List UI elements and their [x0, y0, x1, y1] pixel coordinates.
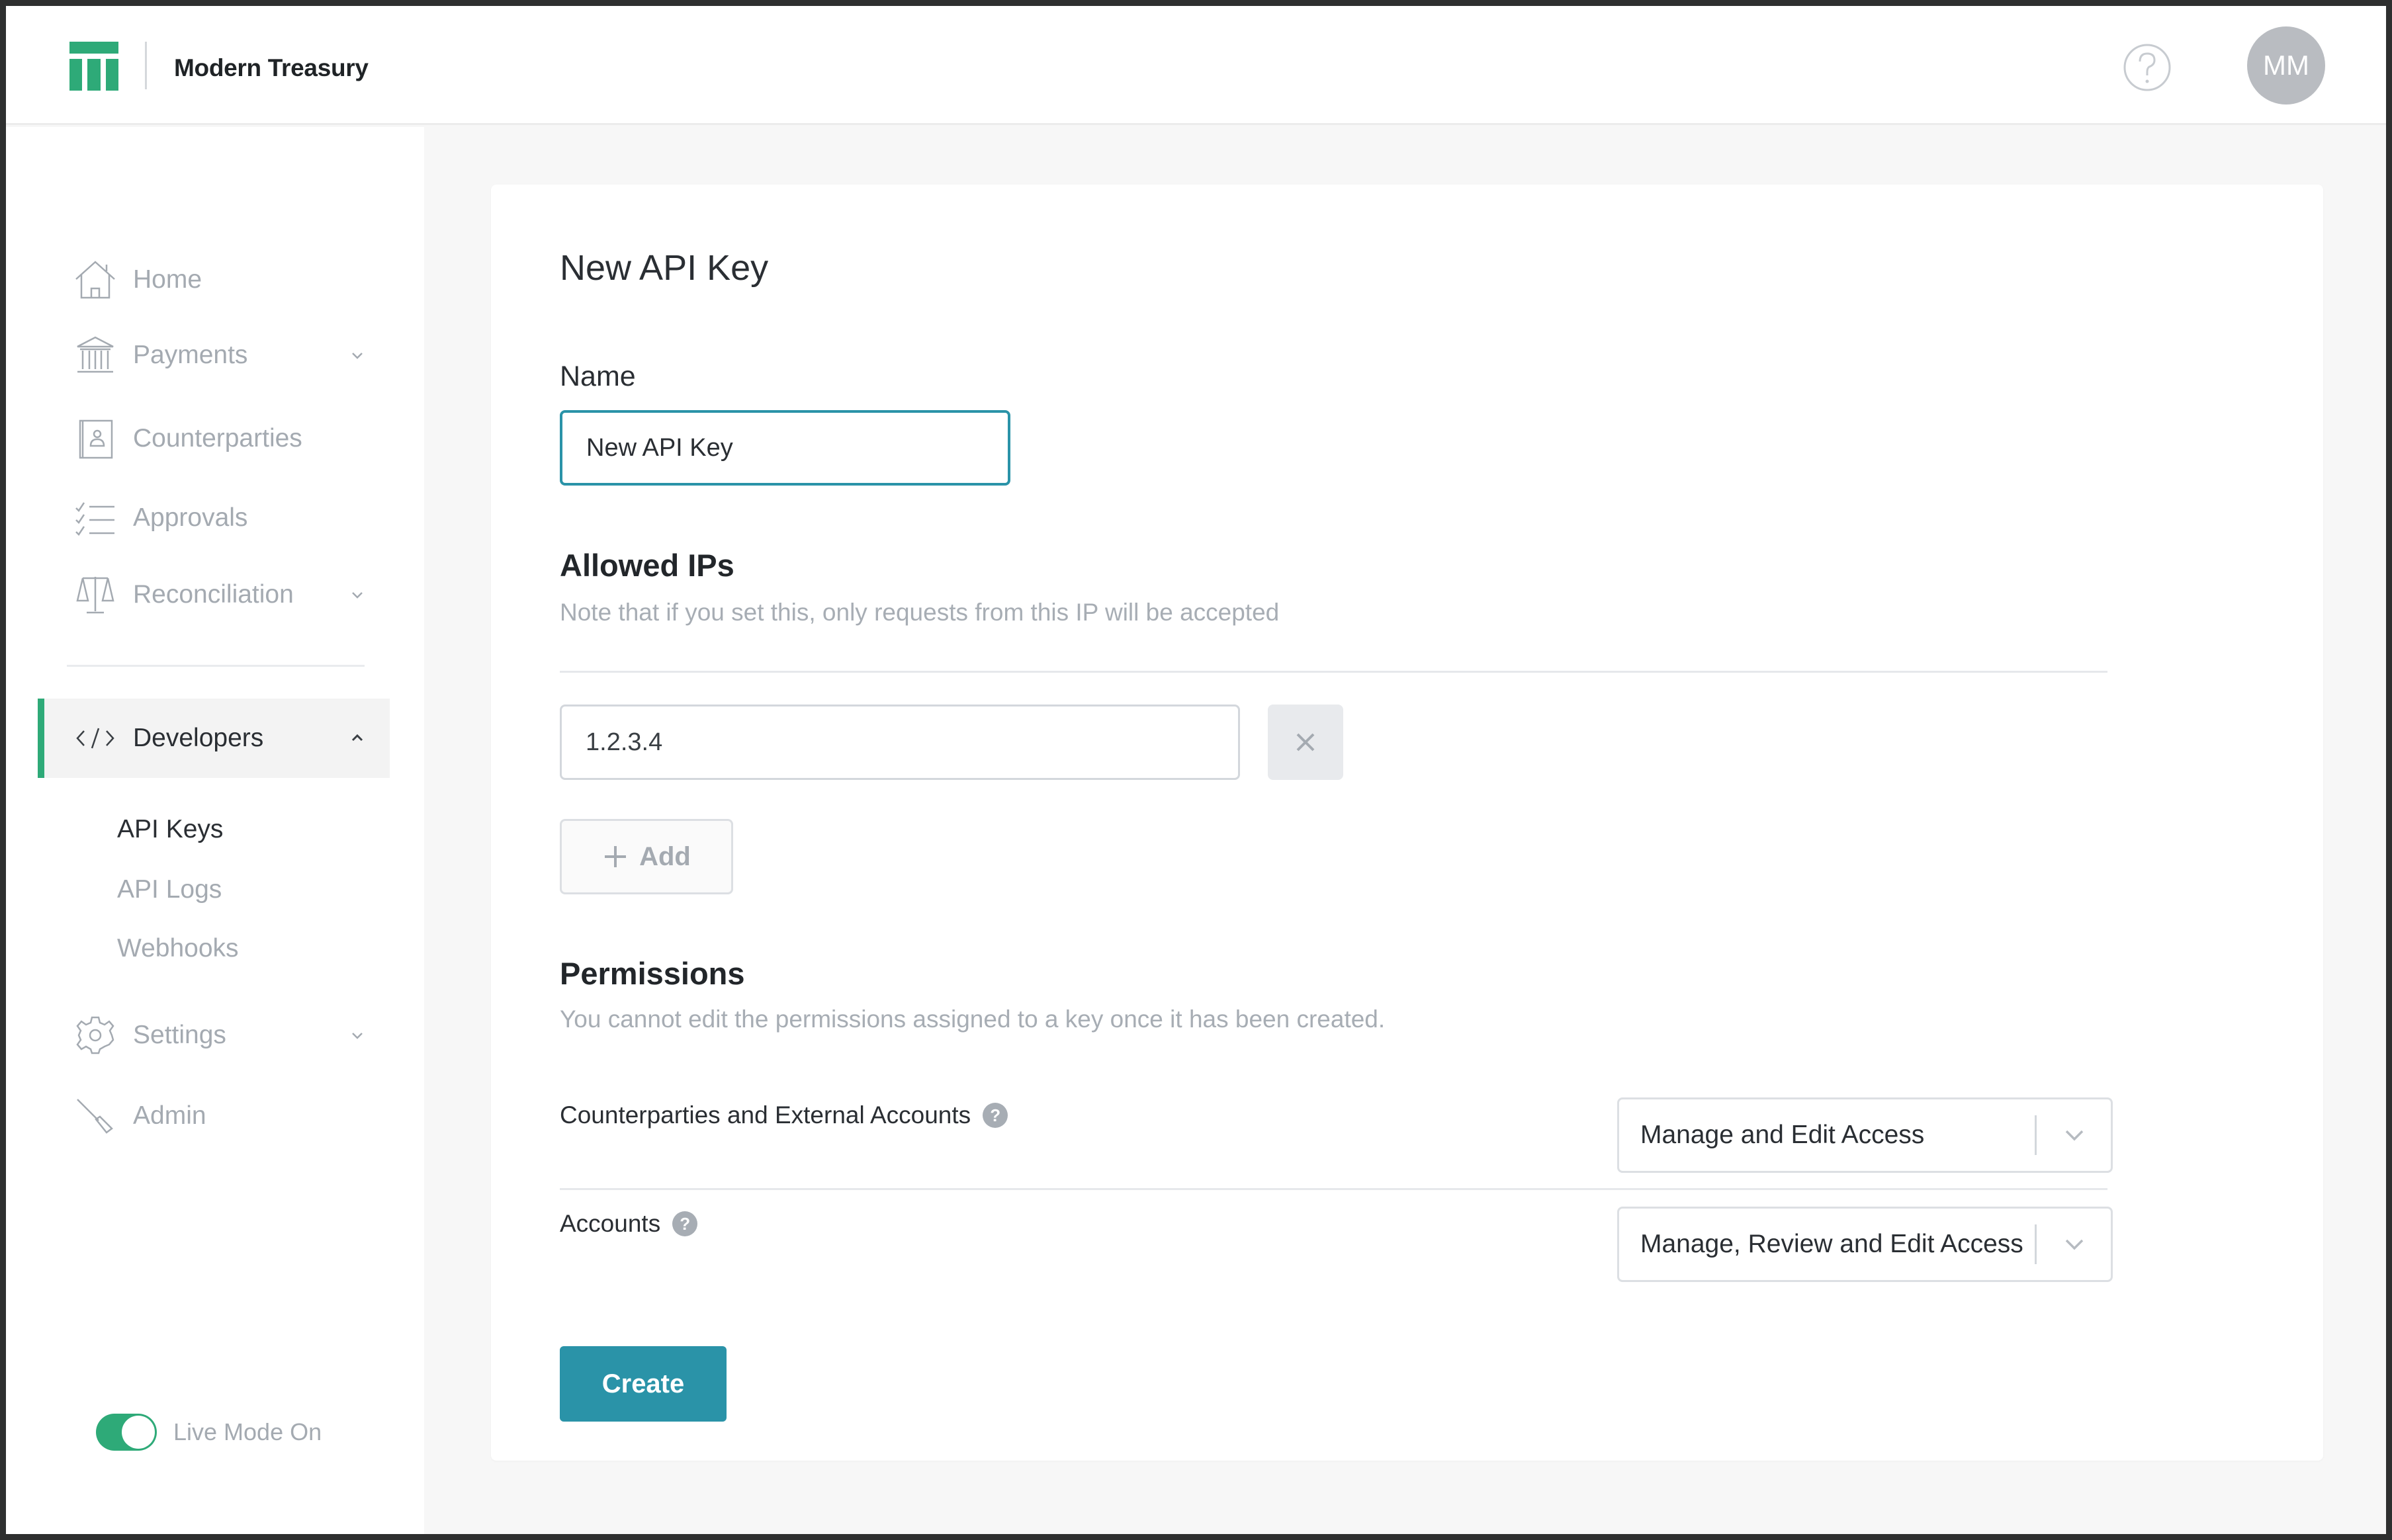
- live-mode-toggle[interactable]: [96, 1414, 157, 1451]
- permission-label-accounts: Accounts: [560, 1210, 661, 1237]
- sidebar-item-home[interactable]: Home: [6, 243, 390, 316]
- sidebar-item-payments[interactable]: Payments: [6, 319, 390, 392]
- select-value: Manage, Review and Edit Access: [1640, 1230, 2023, 1258]
- sidebar-item-label: Settings: [133, 1021, 226, 1049]
- chevron-up-icon: [351, 734, 363, 742]
- home-icon: [75, 261, 115, 299]
- scales-icon: [76, 577, 114, 614]
- contact-book-icon: [79, 419, 113, 459]
- allowed-ips-hint: Note that if you set this, only requests…: [560, 599, 1280, 626]
- page-title: New API Key: [560, 248, 769, 288]
- sidebar-item-developers[interactable]: Developers: [38, 699, 390, 778]
- ip-input[interactable]: 1.2.3.4: [560, 705, 1240, 780]
- section-divider: [560, 671, 2107, 673]
- app-window: Modern Treasury MM Home Payments Counter…: [6, 6, 2386, 1534]
- sidebar-item-label: Payments: [133, 341, 248, 369]
- brand-name: Modern Treasury: [174, 54, 369, 81]
- sidebar-subitem-api-logs[interactable]: API Logs: [117, 875, 222, 904]
- sidebar-item-label: Home: [133, 265, 202, 294]
- select-value: Manage and Edit Access: [1640, 1121, 1925, 1149]
- code-icon: [76, 728, 114, 749]
- name-input-value: New API Key: [586, 433, 733, 462]
- modern-treasury-logo-icon: [69, 42, 118, 91]
- select-separator: [2035, 1224, 2037, 1264]
- sidebar-item-label: Approvals: [133, 503, 248, 532]
- name-input[interactable]: New API Key: [560, 410, 1010, 486]
- checklist-icon: [75, 502, 114, 536]
- live-mode-label: Live Mode On: [173, 1418, 322, 1445]
- sidebar-item-approvals[interactable]: Approvals: [6, 482, 390, 554]
- chevron-down-icon: [2065, 1239, 2084, 1250]
- chevron-down-icon: [352, 1033, 363, 1039]
- screwdriver-icon: [77, 1099, 113, 1134]
- allowed-ips-heading: Allowed IPs: [560, 548, 734, 583]
- close-icon: [1296, 733, 1315, 751]
- sidebar-item-admin[interactable]: Admin: [6, 1080, 390, 1152]
- name-label: Name: [560, 361, 636, 392]
- sidebar: Home Payments Counterparties Approvals R…: [6, 127, 424, 1534]
- sidebar-item-label: Developers: [133, 724, 264, 752]
- accounts-permission-select[interactable]: Manage, Review and Edit Access: [1617, 1207, 2113, 1282]
- sidebar-item-label: Counterparties: [133, 424, 302, 452]
- chevron-down-icon: [2065, 1130, 2084, 1141]
- toggle-knob: [122, 1416, 155, 1449]
- chevron-down-icon: [352, 353, 363, 359]
- logo-divider: [145, 42, 147, 89]
- help-badge-icon[interactable]: ?: [672, 1211, 698, 1236]
- plus-icon: [605, 846, 627, 867]
- add-ip-label: Add: [639, 841, 691, 871]
- sidebar-item-label: Reconciliation: [133, 580, 294, 609]
- counterparties-permission-select[interactable]: Manage and Edit Access: [1617, 1097, 2113, 1173]
- create-button[interactable]: Create: [560, 1346, 727, 1422]
- remove-ip-button[interactable]: [1268, 705, 1343, 780]
- help-badge-icon[interactable]: ?: [983, 1103, 1008, 1128]
- gear-icon: [76, 1016, 114, 1054]
- ip-input-value: 1.2.3.4: [586, 728, 663, 756]
- sidebar-item-label: Admin: [133, 1101, 206, 1130]
- select-separator: [2035, 1115, 2037, 1155]
- permission-row-label: Counterparties and External Accounts ?: [560, 1101, 1008, 1129]
- add-ip-button[interactable]: Add: [560, 819, 733, 894]
- help-icon[interactable]: [2123, 43, 2172, 92]
- permission-label-counterparties: Counterparties and External Accounts: [560, 1101, 971, 1129]
- sidebar-item-counterparties[interactable]: Counterparties: [6, 402, 390, 475]
- row-divider: [560, 1188, 2107, 1190]
- permissions-heading: Permissions: [560, 956, 745, 991]
- user-avatar[interactable]: MM: [2247, 26, 2325, 105]
- chevron-down-icon: [352, 592, 363, 599]
- sidebar-subitem-api-keys[interactable]: API Keys: [117, 815, 223, 844]
- sidebar-item-reconciliation[interactable]: Reconciliation: [6, 558, 390, 631]
- sidebar-divider: [67, 665, 365, 667]
- new-api-key-card: New API Key Name New API Key Allowed IPs…: [491, 185, 2323, 1461]
- bank-icon: [77, 336, 114, 373]
- permission-row-label: Accounts ?: [560, 1210, 698, 1238]
- top-header: Modern Treasury MM: [6, 6, 2386, 125]
- sidebar-item-settings[interactable]: Settings: [6, 999, 390, 1072]
- sidebar-subitem-webhooks[interactable]: Webhooks: [117, 934, 239, 963]
- permissions-hint: You cannot edit the permissions assigned…: [560, 1005, 1386, 1033]
